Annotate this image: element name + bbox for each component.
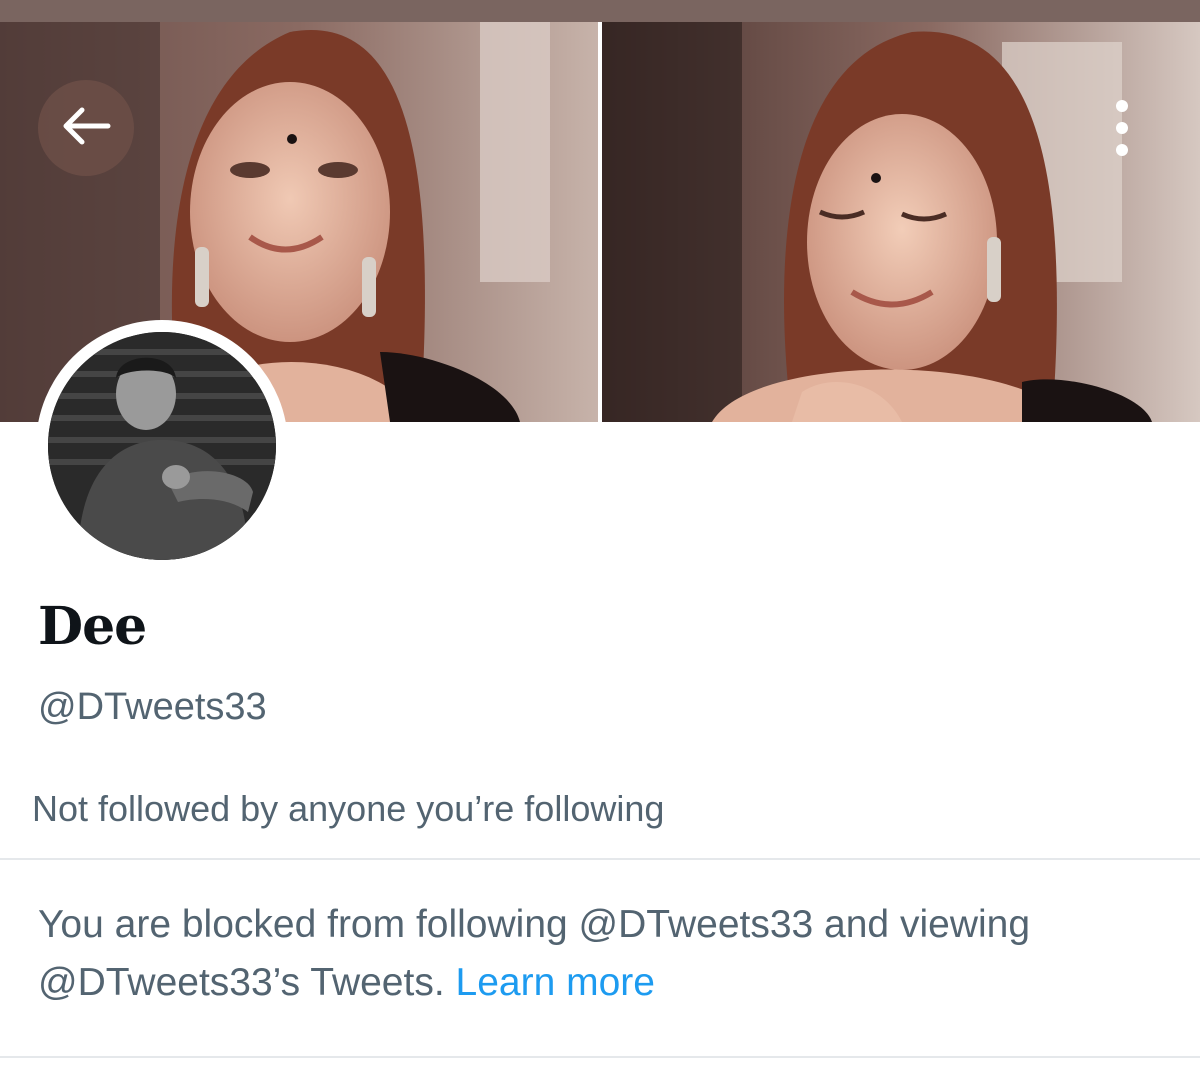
display-name: Dee — [38, 596, 147, 657]
back-button[interactable] — [38, 80, 134, 176]
divider — [0, 1056, 1200, 1058]
blocked-notice: You are blocked from following @DTweets3… — [38, 896, 1168, 1012]
banner-photo-right — [602, 22, 1200, 422]
divider — [0, 858, 1200, 860]
status-strip — [0, 0, 1200, 22]
learn-more-link[interactable]: Learn more — [456, 961, 655, 1004]
arrow-left-icon — [58, 106, 114, 151]
more-vertical-icon — [1112, 98, 1132, 163]
more-options-button[interactable] — [1092, 92, 1152, 168]
profile-handle: @DTweets33 — [38, 686, 267, 728]
avatar-photo — [48, 332, 276, 560]
followed-by-text: Not followed by anyone you’re following — [32, 788, 665, 829]
avatar[interactable] — [36, 320, 288, 572]
